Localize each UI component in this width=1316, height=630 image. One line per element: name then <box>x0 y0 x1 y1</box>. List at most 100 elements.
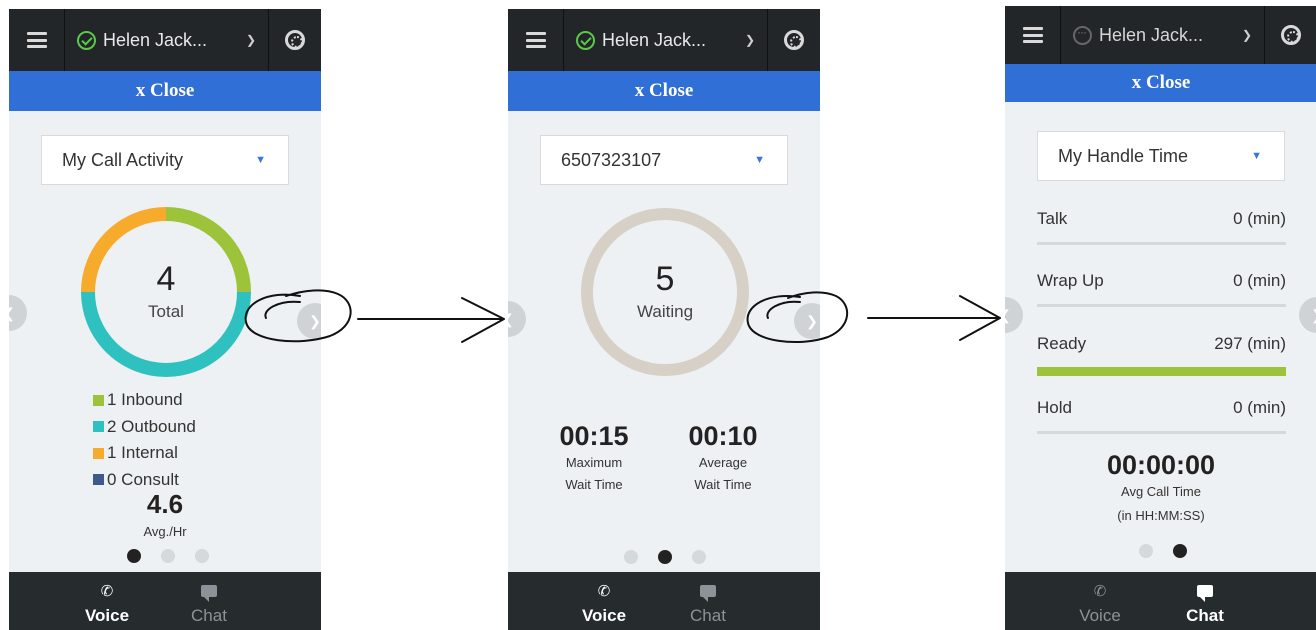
queue-select[interactable]: 6507323107 ▼ <box>540 135 788 185</box>
chevron-left-icon: ❮ <box>508 311 514 328</box>
page-dot[interactable] <box>1139 544 1153 558</box>
phone-icon: ✆ <box>597 582 611 600</box>
max-wait-stat: 00:15 Maximum Wait Time <box>534 421 654 496</box>
next-page-button[interactable]: ❯ <box>1299 297 1316 333</box>
legend-item: 1 Inbound <box>93 387 196 414</box>
chevron-right-icon: ❯ <box>309 312 321 329</box>
chevron-right-icon: ❯ <box>806 312 818 329</box>
page-dot[interactable] <box>1173 544 1187 558</box>
tab-chat-label: Chat <box>191 606 227 625</box>
waiting-ring: 5 Waiting <box>580 207 750 377</box>
menu-button[interactable] <box>9 9 65 71</box>
tab-chat[interactable]: Chat <box>179 572 239 630</box>
page-indicator <box>127 549 209 563</box>
phone-icon: ✆ <box>1093 582 1107 600</box>
page-indicator <box>1139 544 1187 558</box>
ellipsis-circle-icon <box>1073 25 1092 45</box>
page-dot[interactable] <box>127 549 141 563</box>
tab-voice-label: Voice <box>581 606 627 625</box>
tab-voice[interactable]: ✆ Voice <box>574 572 634 630</box>
menu-button[interactable] <box>508 9 564 71</box>
avg-wait-value: 00:10 <box>688 421 758 451</box>
queue-waiting-panel: Helen Jack... ❯ x Close 6507323107 ▼ 5 W… <box>508 9 820 630</box>
close-button[interactable]: x Close <box>508 71 820 111</box>
tab-chat-label: Chat <box>690 606 726 625</box>
close-button[interactable]: x Close <box>1005 64 1316 102</box>
legend-item: 1 Internal <box>93 440 196 467</box>
chat-bubble-icon <box>700 585 716 602</box>
report-select-value: My Call Activity <box>62 149 184 170</box>
report-select[interactable]: My Call Activity ▼ <box>41 135 289 185</box>
close-button[interactable]: x Close <box>9 71 321 111</box>
page-indicator <box>624 550 706 564</box>
phone-icon: ✆ <box>100 582 114 600</box>
waiting-value: 5 <box>655 260 675 298</box>
channel-tab-bar: ✆ Voice Chat <box>9 572 321 630</box>
page-dot[interactable] <box>658 550 672 564</box>
user-status-dropdown[interactable]: Helen Jack... ❯ <box>564 9 768 71</box>
max-wait-value: 00:15 <box>559 421 629 451</box>
page-dot[interactable] <box>195 549 209 563</box>
next-page-button[interactable]: ❯ <box>794 303 820 339</box>
lifebuoy-icon <box>784 30 804 50</box>
page-dot[interactable] <box>692 550 706 564</box>
metric-value: 0 (min) <box>1233 209 1286 228</box>
chevron-left-icon: ❮ <box>1005 307 1011 324</box>
next-page-button[interactable]: ❯ <box>297 303 321 339</box>
tab-chat[interactable]: Chat <box>678 572 738 630</box>
prev-page-button[interactable]: ❮ <box>1005 297 1023 333</box>
page-dot[interactable] <box>161 549 175 563</box>
max-wait-label: Wait Time <box>565 477 623 492</box>
call-activity-panel: Helen Jack... ❯ x Close My Call Activity… <box>9 9 321 630</box>
channel-tab-bar: ✆ Voice Chat <box>1005 572 1316 630</box>
legend-swatch-outbound <box>93 421 104 433</box>
legend-swatch-internal <box>93 447 104 459</box>
avg-wait-label: Wait Time <box>694 477 752 492</box>
channel-tab-bar: ✆ Voice Chat <box>508 572 820 630</box>
page-dot[interactable] <box>624 550 638 564</box>
total-value: 4 <box>156 260 176 298</box>
chevron-down-icon: ▼ <box>754 154 765 166</box>
user-status-dropdown[interactable]: Helen Jack... ❯ <box>65 9 269 71</box>
top-bar: Helen Jack... ❯ <box>1005 6 1316 64</box>
avg-per-hour-label: Avg./Hr <box>143 524 187 539</box>
legend-swatch-consult <box>93 474 104 486</box>
metric-name: Ready <box>1037 334 1087 353</box>
tab-voice[interactable]: ✆ Voice <box>1070 572 1130 630</box>
help-button[interactable] <box>768 9 820 71</box>
hamburger-icon <box>525 32 546 48</box>
avg-call-time-label: Avg Call Time <box>1121 484 1201 499</box>
metric-name: Talk <box>1037 209 1068 228</box>
report-select-value: My Handle Time <box>1058 145 1189 166</box>
lifebuoy-icon <box>1281 25 1301 45</box>
help-button[interactable] <box>1265 6 1316 64</box>
metric-name: Hold <box>1037 398 1072 417</box>
hamburger-icon <box>1022 27 1043 43</box>
legend-item: 2 Outbound <box>93 414 196 441</box>
chevron-down-icon: ▼ <box>1251 150 1262 162</box>
check-circle-icon <box>576 30 595 50</box>
user-status-dropdown[interactable]: Helen Jack... ❯ <box>1061 6 1265 64</box>
user-name: Helen Jack... <box>602 29 707 50</box>
report-select[interactable]: My Handle Time ▼ <box>1037 131 1285 181</box>
tab-voice-label: Voice <box>84 606 130 625</box>
avg-wait-stat: 00:10 Average Wait Time <box>663 421 783 496</box>
help-button[interactable] <box>269 9 321 71</box>
avg-per-hour-value: 4.6 <box>146 489 184 519</box>
prev-page-button[interactable]: ❮ <box>508 301 526 337</box>
metric-value: 297 (min) <box>1214 334 1286 353</box>
tab-voice-label: Voice <box>1079 606 1121 625</box>
metric-value: 0 (min) <box>1233 271 1286 290</box>
menu-button[interactable] <box>1005 6 1061 64</box>
metric-row-wrap-up: Wrap Up 0 (min) <box>1037 261 1286 307</box>
chevron-down-icon: ❯ <box>1241 28 1252 42</box>
tab-chat[interactable]: Chat <box>1175 572 1235 630</box>
arrow <box>357 297 505 343</box>
tab-voice[interactable]: ✆ Voice <box>77 572 137 630</box>
chevron-left-icon: ❮ <box>9 305 15 322</box>
avg-call-time-value: 00:00:00 <box>1106 450 1216 480</box>
call-legend: 1 Inbound 2 Outbound 1 Internal 0 Consul… <box>93 387 196 493</box>
prev-page-button[interactable]: ❮ <box>9 295 27 331</box>
legend-swatch-inbound <box>93 394 104 406</box>
metric-row-talk: Talk 0 (min) <box>1037 199 1286 245</box>
